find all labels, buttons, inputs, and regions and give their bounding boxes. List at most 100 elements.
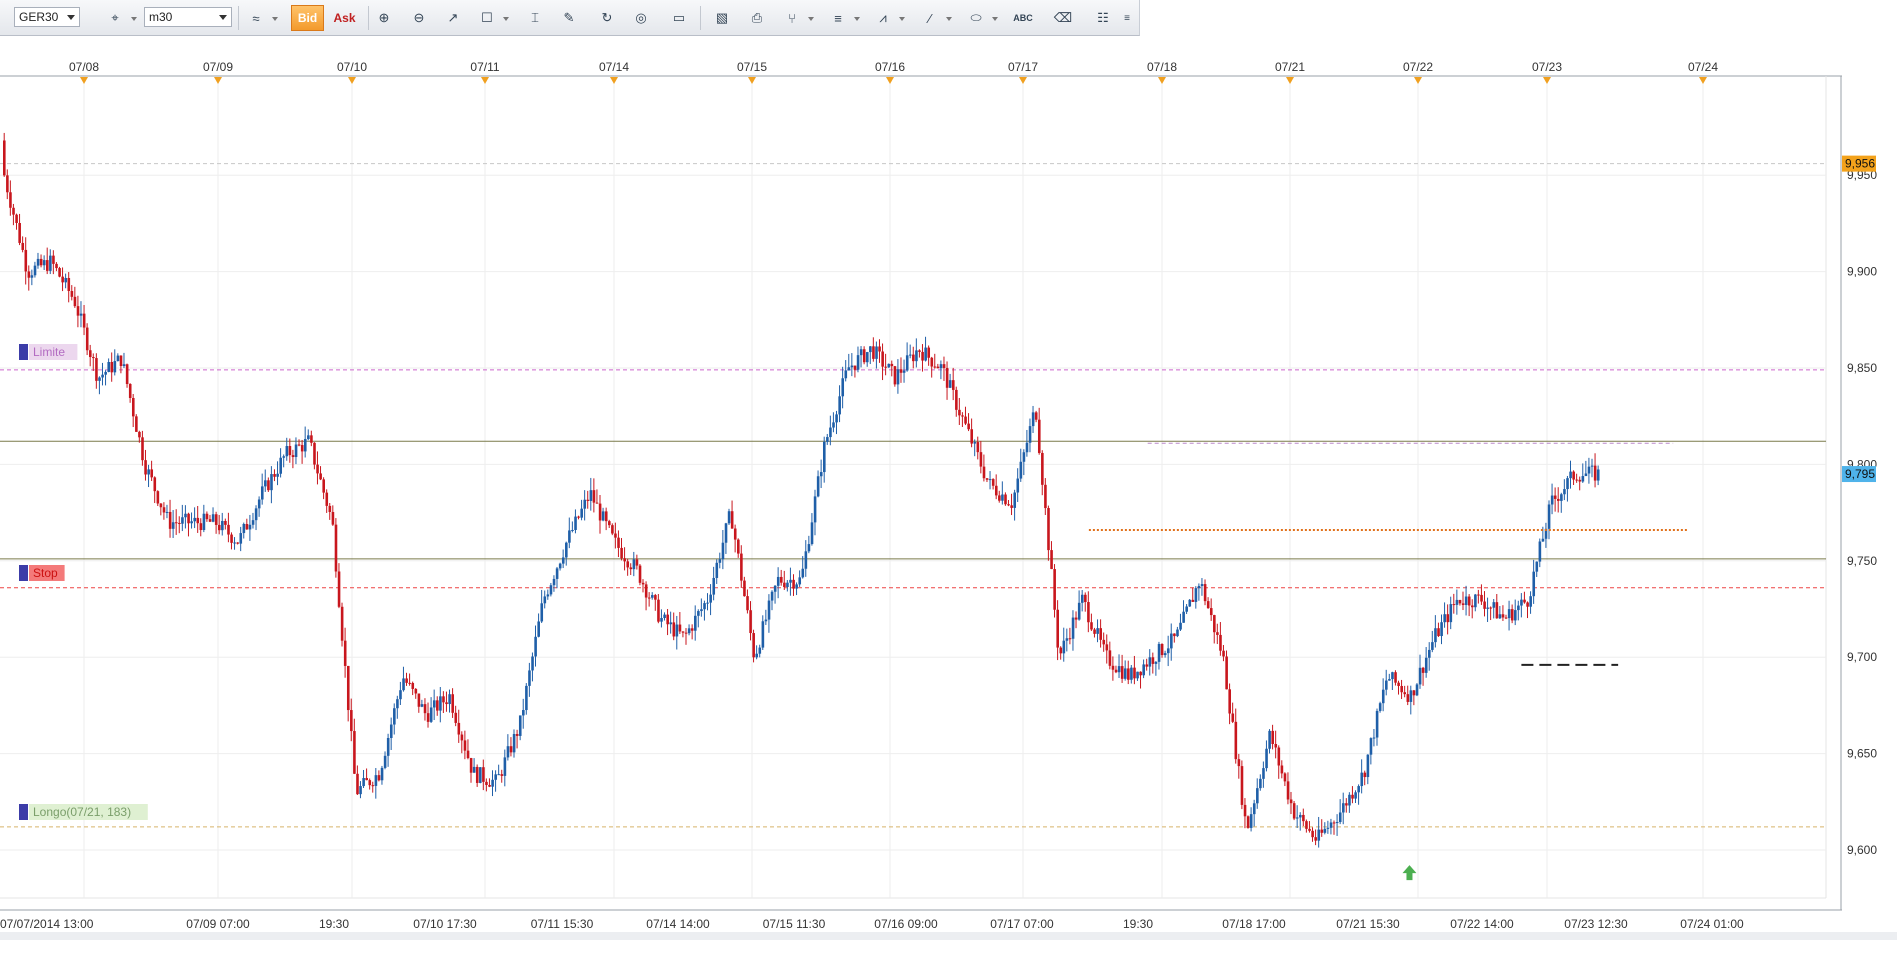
candle-body [822, 441, 826, 473]
bottom-axis-label: 07/22 14:00 [1450, 917, 1514, 931]
candle-body [368, 780, 372, 786]
top-axis-label: 07/11 [470, 60, 499, 74]
candle-body [337, 571, 341, 607]
ask-button[interactable]: Ask [328, 5, 361, 31]
candle-body [88, 350, 92, 358]
candle-body [196, 517, 200, 524]
text-abc-icon[interactable]: ABC [1010, 5, 1036, 31]
candle-body [964, 416, 967, 424]
candle-body [1557, 498, 1560, 501]
candle-body [245, 523, 249, 530]
candle-body [1464, 596, 1468, 605]
candle-body [92, 357, 95, 359]
tree-icon[interactable]: ☷ [1090, 5, 1116, 31]
candle-body [672, 622, 676, 637]
candle-body [202, 513, 206, 531]
candle-body [432, 700, 436, 708]
candle-body [460, 734, 464, 741]
candlestick-chart[interactable]: 07/08 07/09 07/10 07/11 07/14 07/15 07/16 07/17… [0, 36, 1897, 958]
candle-body [1259, 778, 1262, 789]
candle-body [789, 579, 792, 583]
candle-body [1292, 803, 1296, 819]
timeframe-select[interactable]: m30 [144, 7, 232, 27]
candle-body [494, 774, 497, 780]
candle-body [399, 690, 402, 700]
candle-body [340, 606, 344, 641]
symbol-select[interactable]: GER30 [14, 7, 80, 27]
candle-body [135, 416, 138, 432]
image-icon[interactable]: ▧ [709, 5, 735, 31]
candle-body [251, 520, 255, 525]
candle-body [230, 534, 233, 543]
candle-body [838, 396, 841, 415]
timeframe-value: m30 [149, 10, 173, 24]
candle-body [853, 365, 857, 370]
candle-body [687, 628, 691, 634]
candle-body [147, 469, 150, 475]
candle-body [436, 700, 439, 711]
candle-body [697, 611, 700, 616]
candle-body [343, 640, 347, 666]
eraser-icon[interactable]: ⌫ [1050, 5, 1076, 31]
divider [238, 6, 239, 30]
candle-body [1019, 461, 1023, 479]
candle-body [67, 277, 71, 292]
ellipse-icon[interactable]: ⬭ [963, 5, 998, 31]
candle-body [1154, 661, 1158, 664]
zoom-in-icon[interactable]: ⊕ [371, 5, 397, 31]
print-icon[interactable]: ⎙ [744, 5, 770, 31]
zoom-area-icon[interactable]: ☐ [474, 5, 509, 31]
candle-body [998, 495, 1001, 501]
cursor-icon[interactable]: ↗ [440, 5, 466, 31]
candle-body [1243, 804, 1247, 817]
bottom-axis-label: 07/14 14:00 [646, 917, 710, 931]
candle-body [816, 476, 820, 497]
candle-body [902, 370, 906, 373]
candle-body [1062, 640, 1066, 654]
candle-body [1056, 609, 1060, 648]
candle-body [574, 516, 577, 530]
candle-body [571, 529, 574, 531]
candle-body [1142, 664, 1145, 676]
globe-icon[interactable]: ◎ [628, 5, 654, 31]
candle-body [1203, 584, 1207, 602]
candle-body [1160, 643, 1164, 656]
bid-button[interactable]: Bid [291, 5, 324, 31]
candle-body [350, 710, 353, 732]
candle-body [288, 446, 292, 456]
vertical-line-icon[interactable]: ⌶ [522, 5, 548, 31]
candle-body [1581, 476, 1585, 482]
candle-body [887, 363, 891, 368]
candle-body [961, 415, 964, 417]
chart-type-icon[interactable]: ≈ [243, 5, 278, 31]
candle-body [804, 551, 808, 569]
candle-body [1378, 703, 1382, 711]
candle-body [414, 688, 418, 694]
bottom-axis-label: 07/16 09:00 [874, 917, 938, 931]
candle-body [813, 496, 817, 523]
crosshair-icon[interactable]: ⌖ [102, 5, 137, 31]
trend-line-icon[interactable]: ∕ [917, 5, 952, 31]
rotate-icon[interactable]: ↻ [594, 5, 620, 31]
candle-body [1120, 666, 1124, 679]
bottom-axis-label: 07/11 15:30 [531, 917, 594, 931]
candle-body [1317, 829, 1321, 841]
zoom-out-icon[interactable]: ⊖ [406, 5, 432, 31]
fan-icon[interactable]: ⩘ [870, 5, 905, 31]
candle-body [1262, 768, 1265, 779]
candle-body [491, 779, 494, 787]
candle-body [875, 346, 878, 359]
candle-body [933, 366, 937, 368]
ruler-icon[interactable]: ▭ [666, 5, 692, 31]
more-icon[interactable]: ≡ [1120, 5, 1134, 31]
candle-body [39, 258, 43, 266]
candle-body [110, 361, 114, 373]
indicator-icon[interactable]: ✎ [556, 5, 582, 31]
candle-body [552, 578, 556, 586]
candle-body [1157, 643, 1161, 662]
candle-body [1050, 550, 1053, 570]
candle-body [260, 486, 264, 500]
candle-body [1028, 426, 1032, 443]
horizontal-lines-icon[interactable]: ≡ [825, 5, 860, 31]
fork-icon[interactable]: ⑂ [779, 5, 814, 31]
